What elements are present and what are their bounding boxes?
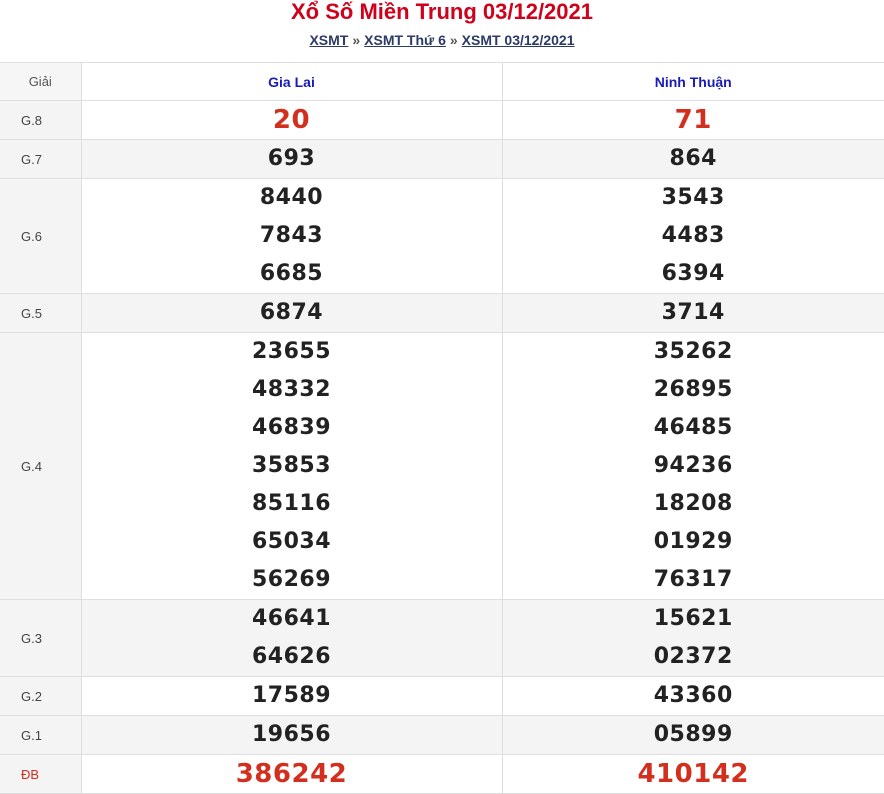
prize-cell-ninh-thuan: 3543 4483 6394	[501, 178, 884, 294]
prize-cell-ninh-thuan: 05899	[501, 715, 884, 755]
table-row: G.4 23655 48332 46839 35853 85116 65034 56269 35…	[0, 332, 884, 600]
prize-number: 386242	[235, 759, 348, 789]
prize-number: 35853	[251, 453, 332, 478]
table-row: G.6 8440 7843 6685 3543 4483 6394	[0, 178, 884, 294]
prize-cell-gia-lai: 20	[80, 100, 503, 140]
table-header-row: Giải Gia Lai Ninh Thuận	[0, 62, 884, 101]
prize-cell-ninh-thuan: 3714	[501, 293, 884, 333]
prize-cell-ninh-thuan: 864	[501, 139, 884, 179]
prize-cell-ninh-thuan: 71	[501, 100, 884, 140]
prize-number: 7843	[259, 223, 324, 248]
prize-number: 15621	[653, 606, 733, 631]
table-row: G.8 20 71	[0, 100, 884, 140]
prize-number: 46485	[653, 415, 733, 440]
prize-label: G.1	[0, 715, 82, 755]
page-title: Xổ Số Miền Trung 03/12/2021	[291, 0, 593, 24]
table-row: G.5 6874 3714	[0, 293, 884, 333]
prize-number: 23655	[251, 339, 332, 364]
prize-number: 26895	[653, 377, 733, 402]
prize-cell-ninh-thuan: 410142	[501, 754, 884, 794]
breadcrumb: XSMT» XSMT Thứ 6» XSMT 03/12/2021	[0, 31, 884, 49]
prize-label: G.2	[0, 676, 82, 716]
prize-number: 4483	[661, 223, 725, 248]
prize-cell-ninh-thuan: 35262 26895 46485 94236 18208 01929 76317	[501, 332, 884, 600]
prize-number: 05899	[653, 722, 733, 747]
prize-cell-gia-lai: 6874	[80, 293, 503, 333]
prize-cell-gia-lai: 23655 48332 46839 35853 85116 65034 56269	[80, 332, 503, 600]
column-header-giai: Giải	[0, 62, 82, 101]
breadcrumb-separator: »	[449, 32, 458, 48]
prize-number: 6874	[259, 300, 324, 325]
table-row: ĐB 386242 410142	[0, 754, 884, 794]
prize-number: 46641	[251, 606, 332, 631]
prize-cell-gia-lai: 8440 7843 6685	[80, 178, 503, 294]
breadcrumb-link-xsmt-date[interactable]: XSMT 03/12/2021	[462, 32, 575, 48]
prize-label: G.5	[0, 293, 82, 333]
prize-cell-gia-lai: 693	[80, 139, 503, 179]
prize-number: 76317	[653, 567, 733, 592]
prize-number: 71	[674, 105, 712, 135]
prize-number: 3714	[661, 300, 725, 325]
prize-number: 3543	[661, 185, 725, 210]
prize-label: G.4	[0, 332, 82, 600]
prize-number: 43360	[653, 683, 733, 708]
table-row: G.3 46641 64626 15621 02372	[0, 599, 884, 677]
column-header-ninh-thuan[interactable]: Ninh Thuận	[501, 62, 884, 101]
table-row: G.7 693 864	[0, 139, 884, 179]
prize-number: 8440	[259, 185, 324, 210]
breadcrumb-separator: »	[352, 32, 361, 48]
prize-label: ĐB	[0, 754, 82, 794]
prize-number: 46839	[251, 415, 332, 440]
breadcrumb-link-xsmt[interactable]: XSMT	[309, 32, 348, 48]
table-row: G.2 17589 43360	[0, 676, 884, 716]
prize-number: 17589	[251, 683, 332, 708]
prize-number: 48332	[251, 377, 332, 402]
prize-number: 02372	[653, 644, 733, 669]
results-table: Giải Gia Lai Ninh Thuận G.8 20 71 G.7 693 864…	[0, 62, 884, 794]
prize-number: 410142	[637, 759, 750, 789]
prize-number: 85116	[251, 491, 332, 516]
prize-cell-ninh-thuan: 15621 02372	[501, 599, 884, 677]
prize-cell-gia-lai: 46641 64626	[80, 599, 503, 677]
prize-number: 94236	[653, 453, 733, 478]
table-row: G.1 19656 05899	[0, 715, 884, 755]
prize-label: G.8	[0, 100, 82, 140]
prize-cell-gia-lai: 386242	[80, 754, 503, 794]
prize-cell-ninh-thuan: 43360	[501, 676, 884, 716]
prize-number: 6685	[259, 261, 324, 286]
prize-label: G.6	[0, 178, 82, 294]
prize-number: 693	[267, 146, 316, 171]
prize-number: 20	[272, 105, 311, 135]
prize-number: 35262	[653, 339, 733, 364]
prize-label: G.7	[0, 139, 82, 179]
prize-number: 56269	[251, 567, 332, 592]
prize-number: 64626	[251, 644, 332, 669]
prize-number: 18208	[653, 491, 733, 516]
prize-label: G.3	[0, 599, 82, 677]
page-header: Xổ Số Miền Trung 03/12/2021 XSMT» XSMT Th…	[0, 0, 884, 62]
prize-number: 864	[669, 146, 717, 171]
breadcrumb-link-xsmt-thu-6[interactable]: XSMT Thứ 6	[364, 32, 446, 48]
prize-number: 19656	[251, 722, 332, 747]
prize-number: 01929	[653, 529, 733, 554]
column-header-gia-lai[interactable]: Gia Lai	[80, 62, 503, 101]
prize-cell-gia-lai: 19656	[80, 715, 503, 755]
prize-number: 6394	[661, 261, 725, 286]
prize-cell-gia-lai: 17589	[80, 676, 503, 716]
results-body: G.8 20 71 G.7 693 864 G.6 8440 7843 6685 3543 4483 6…	[0, 100, 884, 794]
prize-number: 65034	[251, 529, 332, 554]
